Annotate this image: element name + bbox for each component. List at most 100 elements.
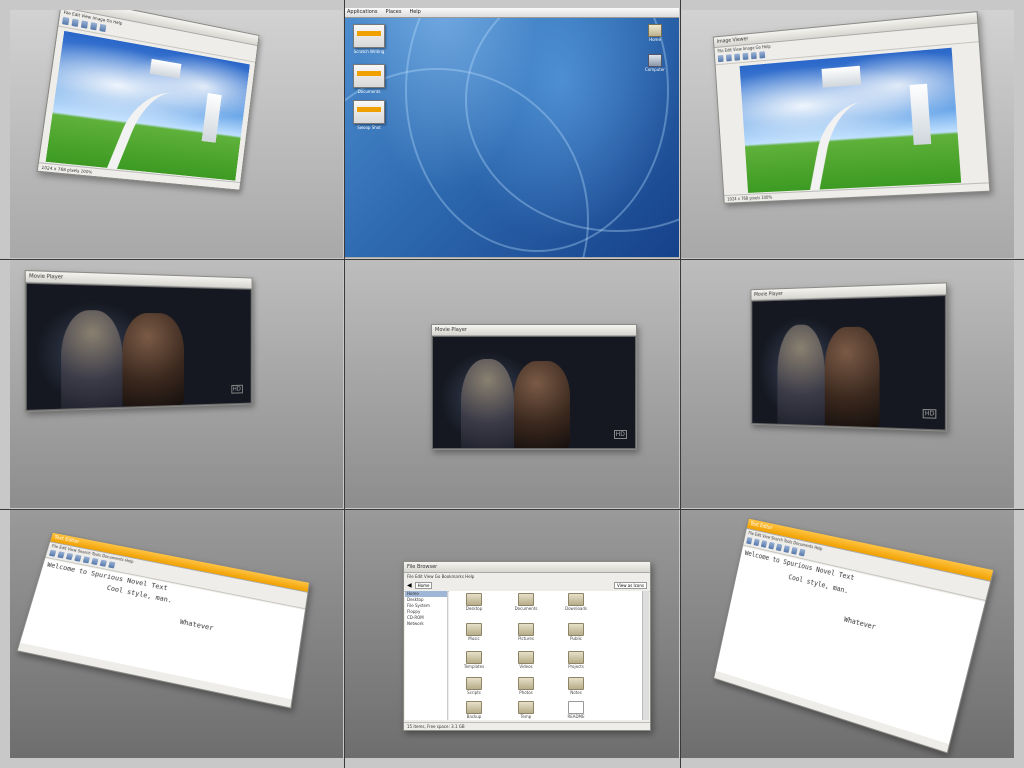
location-button[interactable]: Home: [414, 582, 433, 589]
workspace-2-desktop[interactable]: Applications Places Help Scratch Writing…: [345, 8, 679, 258]
workspace-4[interactable]: Movie Player HD: [10, 260, 343, 508]
print-icon[interactable]: [768, 541, 775, 550]
item-label: Temp: [520, 714, 532, 719]
tower-shape: [201, 93, 222, 143]
workspace-7[interactable]: Text Editor File Edit View Search Tools …: [10, 510, 343, 758]
video-frame[interactable]: HD: [751, 295, 946, 431]
workspace-1[interactable]: Image Viewer File Edit View Image Go Hel…: [10, 10, 343, 258]
folder-item[interactable]: Desktop: [451, 593, 497, 611]
file-item[interactable]: README: [553, 701, 599, 719]
video-player-window[interactable]: Movie Player HD: [24, 269, 253, 413]
folder-item[interactable]: Videos: [503, 651, 549, 669]
item-label: Pictures: [518, 636, 534, 641]
window-title: File Browser: [404, 562, 650, 573]
video-player-window[interactable]: Movie Player HD: [431, 324, 637, 450]
computer-icon: [648, 54, 662, 67]
folder-icon: [466, 623, 482, 636]
home-folder-icon: [648, 24, 662, 37]
zoom-out-icon[interactable]: [742, 52, 749, 60]
video-player-window[interactable]: Movie Player HD: [750, 282, 948, 432]
folder-item[interactable]: Notes: [553, 677, 599, 695]
road-shape: [104, 88, 204, 181]
workspace-5[interactable]: Movie Player HD: [345, 260, 679, 508]
open-icon[interactable]: [62, 16, 70, 26]
text-editor-window[interactable]: Text Editor File Edit View Search Tools …: [713, 517, 995, 754]
workspace-8[interactable]: File Browser File Edit View Go Bookmarks…: [345, 510, 679, 758]
text-editor-window[interactable]: Text Editor File Edit View Search Tools …: [16, 531, 311, 709]
undo-icon[interactable]: [82, 556, 91, 564]
save-icon[interactable]: [71, 18, 79, 27]
image-viewer-window[interactable]: Image Viewer File Edit View Image Go Hel…: [36, 10, 260, 191]
desktop-launcher-2[interactable]: Documents: [351, 64, 387, 94]
print-icon[interactable]: [74, 554, 82, 562]
workspace-9[interactable]: Text Editor File Edit View Search Tools …: [681, 510, 1014, 758]
item-label: Public: [570, 636, 582, 641]
zoom-fit-icon[interactable]: [750, 51, 757, 60]
panel-menu-places[interactable]: Places: [386, 8, 402, 17]
paste-icon[interactable]: [798, 548, 806, 557]
folder-item[interactable]: Downloads: [553, 593, 599, 611]
zoom-out-icon[interactable]: [90, 22, 98, 31]
paste-icon[interactable]: [108, 561, 116, 569]
folder-item[interactable]: Scripts: [451, 677, 497, 695]
window-thumbnail-icon: [353, 24, 385, 48]
zoom-fit-icon[interactable]: [99, 23, 107, 33]
panel-menu-help[interactable]: Help: [409, 8, 420, 17]
vertical-scrollbar[interactable]: [642, 591, 649, 720]
workspace-3[interactable]: Image Viewer File Edit View Image Go Hel…: [681, 10, 1014, 258]
open-icon[interactable]: [753, 538, 760, 547]
item-label: Projects: [568, 664, 584, 669]
back-icon[interactable]: ◀: [407, 582, 412, 589]
video-figure: [513, 361, 571, 448]
sidebar-item-network[interactable]: Network: [405, 621, 447, 627]
text-line: Whatever: [843, 615, 877, 632]
video-frame[interactable]: HD: [432, 336, 636, 449]
menu-bar[interactable]: File Edit View Go Bookmarks Help: [404, 573, 650, 580]
save-icon[interactable]: [725, 54, 732, 62]
folder-item[interactable]: Temp: [503, 701, 549, 719]
copy-icon[interactable]: [99, 559, 107, 567]
desktop-launcher-1[interactable]: Scratch Writing: [351, 24, 387, 54]
open-icon[interactable]: [57, 551, 65, 559]
cut-icon[interactable]: [783, 545, 790, 553]
zoom-in-icon[interactable]: [80, 20, 89, 29]
save-icon[interactable]: [65, 552, 74, 561]
folder-item[interactable]: Music: [451, 623, 497, 641]
computer-shortcut[interactable]: Computer: [645, 54, 665, 72]
copy-icon[interactable]: [791, 546, 798, 555]
workspace-switcher-grid: Image Viewer File Edit View Image Go Hel…: [0, 0, 1024, 768]
panel-menu-applications[interactable]: Applications: [347, 8, 378, 17]
video-frame[interactable]: HD: [25, 282, 252, 411]
shortcut-label: Home: [649, 37, 661, 42]
save-icon[interactable]: [760, 540, 768, 548]
new-icon[interactable]: [746, 536, 753, 545]
cut-icon[interactable]: [91, 557, 99, 566]
rotate-icon[interactable]: [759, 51, 766, 59]
view-mode-select[interactable]: View as Icons: [613, 582, 647, 589]
folder-item[interactable]: Photos: [503, 677, 549, 695]
desktop-launcher-3[interactable]: Swoop Shot: [351, 100, 387, 130]
folder-item[interactable]: Projects: [553, 651, 599, 669]
open-icon[interactable]: [717, 54, 724, 63]
home-folder-shortcut[interactable]: Home: [645, 24, 665, 42]
hd-badge: HD: [613, 430, 627, 440]
folder-item[interactable]: Pictures: [503, 623, 549, 641]
folder-item[interactable]: Public: [553, 623, 599, 641]
grid-divider: [344, 0, 345, 768]
folder-item[interactable]: Documents: [503, 593, 549, 611]
panel-clock[interactable]: [675, 8, 679, 17]
workspace-6[interactable]: Movie Player HD: [681, 260, 1014, 508]
video-figure: [824, 326, 880, 430]
folder-icon: [466, 677, 482, 690]
undo-icon[interactable]: [775, 543, 783, 552]
folder-icon: [518, 593, 534, 606]
folder-icon: [466, 651, 482, 664]
image-viewer-window[interactable]: Image Viewer File Edit View Image Go Hel…: [712, 11, 991, 204]
file-manager-window[interactable]: File Browser File Edit View Go Bookmarks…: [403, 561, 651, 731]
window-thumbnail-icon: [353, 100, 385, 124]
zoom-in-icon[interactable]: [734, 53, 741, 61]
folder-icon: [518, 651, 534, 664]
new-icon[interactable]: [48, 549, 57, 557]
folder-item[interactable]: Backup: [451, 701, 497, 719]
folder-item[interactable]: Templates: [451, 651, 497, 669]
